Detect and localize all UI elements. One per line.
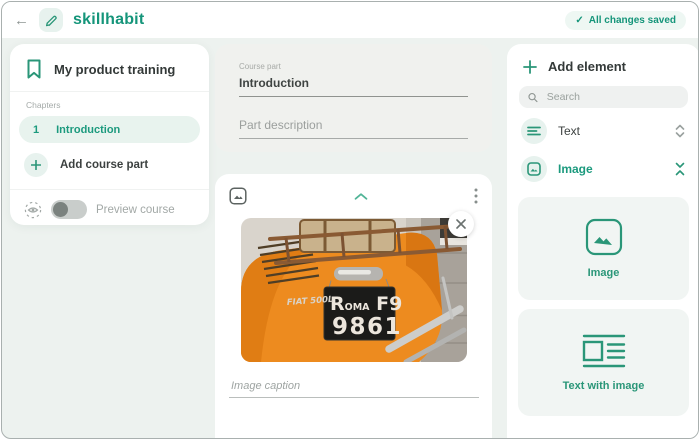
add-element-title: Add element — [548, 59, 627, 74]
back-arrow-icon[interactable]: ← — [14, 13, 29, 28]
uploaded-image-fiat500: ROMA F9 9861 FIAT 500L — [240, 218, 467, 362]
image-card-label: Image — [587, 267, 620, 279]
kebab-menu-icon[interactable] — [474, 188, 478, 204]
element-label-image: Image — [558, 162, 593, 176]
course-sidebar: My product training Chapters 1 Introduct… — [10, 44, 209, 225]
element-card-text-with-image[interactable]: Text with image — [518, 309, 689, 416]
image-block-header — [229, 186, 478, 206]
close-icon — [455, 219, 466, 229]
image-card-icon — [585, 218, 622, 256]
pencil-icon — [45, 15, 57, 26]
collapse-block-button[interactable] — [247, 187, 474, 205]
text-lines-icon — [527, 126, 541, 136]
add-element-panel: Add element Text — [507, 44, 698, 438]
element-search — [519, 86, 688, 108]
remove-image-button[interactable] — [447, 211, 474, 237]
uploaded-image-wrapper: ROMA F9 9861 FIAT 500L — [240, 211, 474, 362]
text-icon-circle — [521, 118, 547, 144]
check-icon: ✓ — [575, 14, 584, 26]
text-with-image-card-label: Text with image — [562, 380, 645, 392]
preview-course-row: Preview course — [10, 190, 209, 229]
add-course-part-button[interactable]: Add course part — [10, 143, 209, 190]
chevron-up-icon — [354, 193, 367, 200]
save-status-text: All changes saved — [588, 14, 676, 26]
element-label-text: Text — [558, 124, 581, 138]
plus-icon — [523, 59, 537, 74]
expand-chevrons-icon[interactable] — [674, 124, 686, 138]
element-card-image[interactable]: Image — [518, 197, 689, 300]
app-window: ← skillhabit ✓ All changes saved My prod… — [1, 1, 699, 439]
part-description-input[interactable] — [239, 118, 468, 139]
element-row-text[interactable]: Text — [518, 116, 689, 146]
chapter-name: Introduction — [56, 123, 121, 136]
chapters-label: Chapters — [26, 100, 61, 110]
toggle-knob — [53, 202, 68, 217]
bookmark-icon — [27, 59, 41, 79]
add-course-part-label: Add course part — [60, 159, 149, 171]
sidebar-item-introduction[interactable]: 1 Introduction — [19, 116, 200, 143]
course-part-card: Course part — [215, 44, 492, 152]
search-icon — [528, 92, 538, 102]
collapse-chevrons-icon[interactable] — [674, 162, 686, 176]
text-with-image-card-icon — [582, 334, 625, 368]
plus-circle — [24, 153, 48, 177]
preview-eye-icon — [24, 201, 42, 218]
chapter-number: 1 — [33, 123, 40, 136]
plate-text-number: 9861 — [332, 314, 402, 340]
image-block-card: ROMA F9 9861 FIAT 500L — [215, 174, 492, 438]
brand-title: skillhabit — [73, 11, 145, 28]
image-caption-input[interactable] — [229, 380, 479, 398]
course-part-input[interactable] — [239, 76, 468, 97]
plus-icon — [31, 160, 41, 170]
plate-text-f9: F9 — [369, 293, 402, 315]
course-part-field-label: Course part — [239, 62, 281, 71]
image-block-type-icon — [229, 187, 247, 205]
preview-course-label: Preview course — [96, 203, 175, 216]
preview-toggle[interactable] — [51, 200, 87, 219]
course-title: My product training — [54, 61, 176, 77]
course-header: My product training — [10, 44, 209, 92]
add-element-header: Add element — [518, 57, 689, 86]
plate-text-oma: OMA — [344, 302, 370, 313]
image-small-icon — [527, 162, 541, 176]
edit-title-button[interactable] — [39, 8, 63, 32]
image-icon-circle — [521, 156, 547, 182]
element-row-image[interactable]: Image — [518, 154, 689, 184]
topbar: ← skillhabit ✓ All changes saved — [2, 2, 698, 38]
search-input[interactable] — [544, 90, 679, 104]
save-status-badge: ✓ All changes saved — [565, 10, 686, 30]
